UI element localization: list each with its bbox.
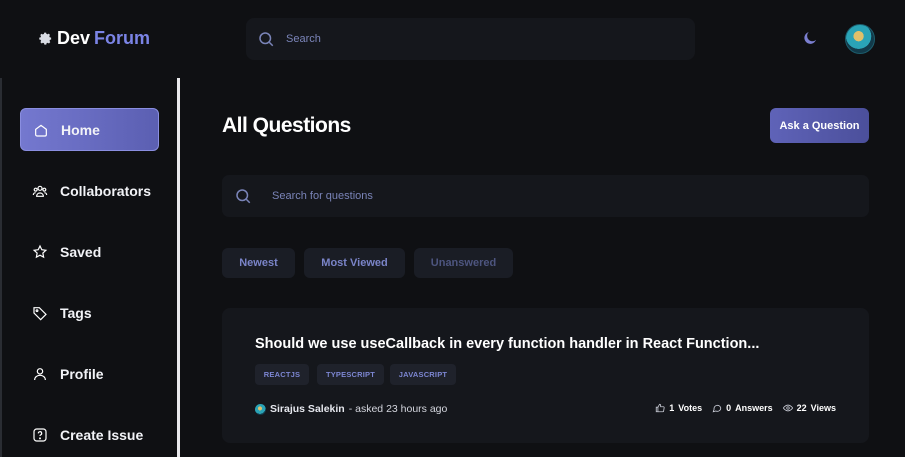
filter-most-viewed[interactable]: Most Viewed	[304, 248, 405, 278]
sidebar-item-label: Saved	[60, 243, 102, 260]
sidebar-item-create-issue[interactable]: Create Issue	[20, 413, 159, 456]
question-search-input[interactable]	[272, 175, 852, 217]
sidebar: Home Collaborators Saved Tags Profile Cr…	[2, 78, 177, 457]
question-search[interactable]	[222, 175, 869, 217]
tag-javascript[interactable]: JAVASCRIPT	[390, 364, 456, 385]
page-title: All Questions	[222, 114, 351, 137]
global-search-input[interactable]	[286, 18, 686, 60]
global-search[interactable]	[246, 18, 695, 60]
gear-logo-icon	[39, 32, 52, 45]
users-icon	[32, 185, 48, 197]
author-name: Sirajus Salekin	[270, 403, 345, 415]
sidebar-item-label: Create Issue	[60, 426, 144, 443]
sidebar-item-home[interactable]: Home	[20, 108, 159, 151]
answers-stat: 0 Answers	[712, 403, 773, 413]
logo[interactable]: Dev Forum	[38, 28, 150, 49]
main-content: All Questions Ask a Question Newest Most…	[180, 78, 905, 457]
asked-time: - asked 23 hours ago	[348, 403, 448, 415]
tag-icon	[33, 306, 47, 321]
star-icon	[32, 244, 48, 258]
thumbs-up-icon	[656, 403, 665, 413]
views-count: 22	[796, 403, 807, 413]
question-icon	[33, 427, 47, 442]
top-bar: Dev Forum	[0, 0, 905, 78]
votes-stat: 1 Votes	[655, 403, 702, 413]
tag-reactjs[interactable]: REACTJS	[255, 364, 309, 385]
sidebar-item-saved[interactable]: Saved	[20, 230, 159, 273]
sidebar-item-label: Profile	[60, 365, 104, 382]
eye-icon	[782, 404, 793, 412]
logo-forum-text: Forum	[94, 28, 151, 48]
author-avatar	[255, 403, 266, 415]
sidebar-item-collaborators[interactable]: Collaborators	[20, 169, 159, 212]
votes-label: Votes	[678, 403, 703, 413]
question-author[interactable]: Sirajus Salekin - asked 23 hours ago	[255, 403, 447, 415]
views-stat: 22 Views	[782, 403, 836, 413]
question-card[interactable]: Should we use useCallback in every funct…	[222, 308, 869, 443]
answers-count: 0	[726, 403, 732, 413]
user-icon	[34, 367, 46, 380]
sidebar-item-label: Home	[61, 121, 100, 138]
tag-typescript[interactable]: TYPESCRIPT	[317, 364, 384, 385]
filter-unanswered[interactable]: Unanswered	[414, 248, 513, 278]
votes-count: 1	[669, 403, 675, 413]
home-icon	[35, 124, 47, 137]
filter-newest[interactable]: Newest	[222, 248, 295, 278]
question-title[interactable]: Should we use useCallback in every funct…	[255, 336, 759, 352]
sidebar-item-label: Tags	[60, 304, 92, 321]
answers-label: Answers	[735, 403, 773, 413]
search-icon	[236, 189, 251, 204]
search-icon	[259, 32, 274, 47]
moon-icon[interactable]	[801, 29, 819, 47]
avatar[interactable]	[845, 24, 875, 54]
views-label: Views	[810, 403, 836, 413]
sidebar-item-profile[interactable]: Profile	[20, 352, 159, 395]
sidebar-item-tags[interactable]: Tags	[20, 291, 159, 334]
sidebar-item-label: Collaborators	[60, 182, 152, 199]
logo-dev-text: Dev	[57, 28, 91, 48]
question-stats: 1 Votes 0 Answers 22 Views	[655, 403, 836, 413]
ask-question-button[interactable]: Ask a Question	[770, 108, 869, 143]
message-icon	[712, 404, 722, 413]
